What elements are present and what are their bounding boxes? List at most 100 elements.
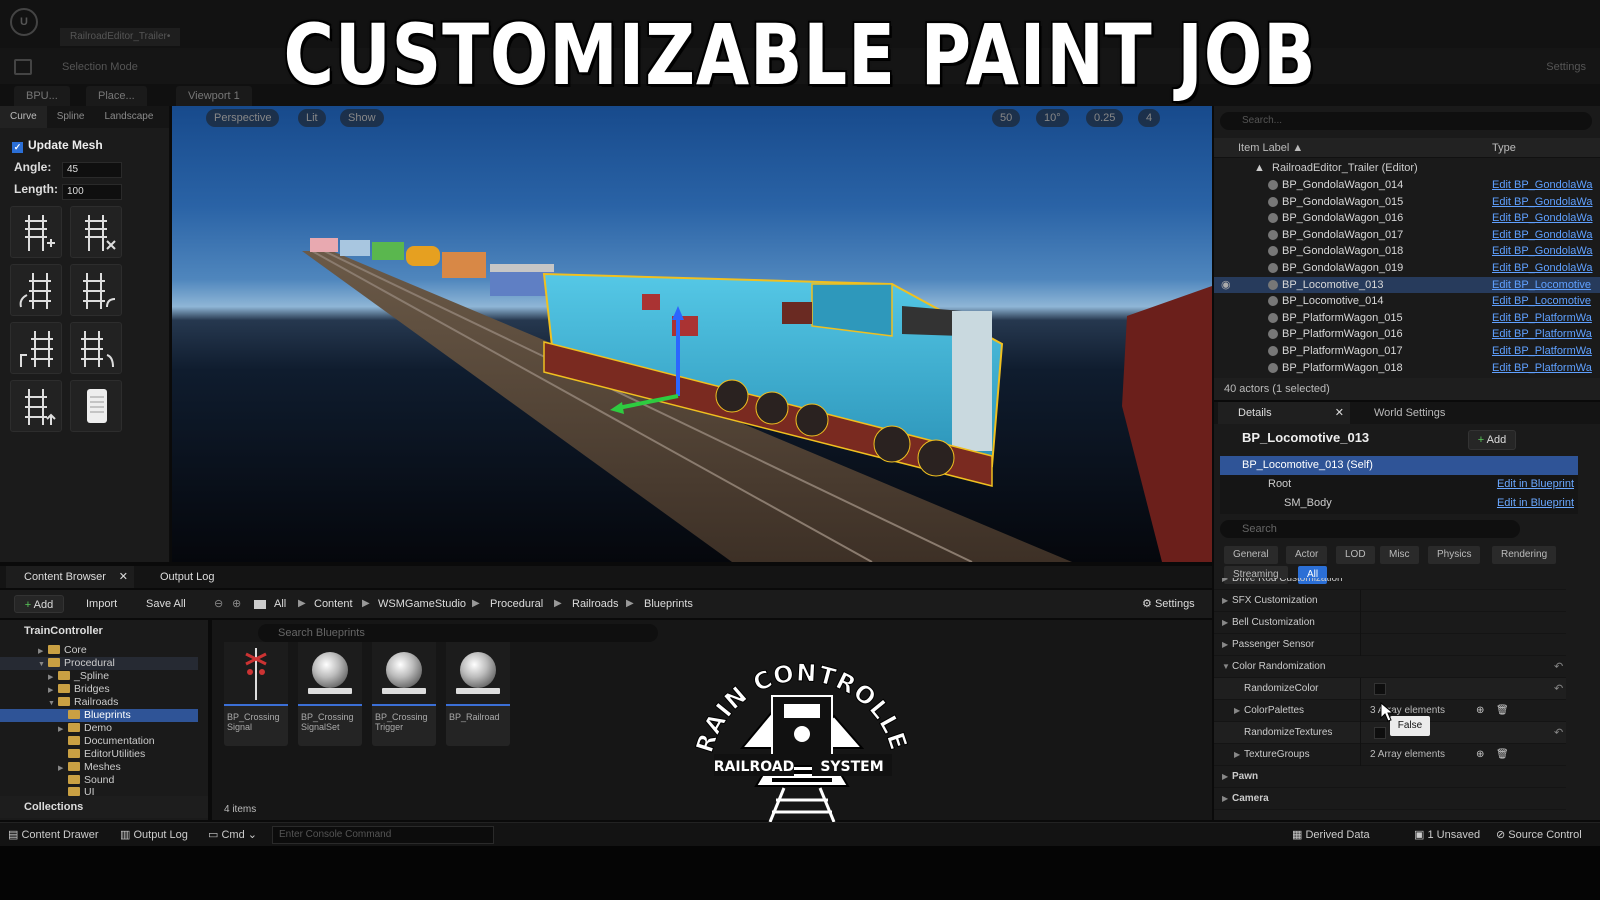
curve-left-tool-button[interactable] (10, 264, 62, 316)
category-sfx[interactable]: ▶ SFX Customization (1214, 590, 1566, 612)
tab-world-settings[interactable]: World Settings (1354, 402, 1445, 424)
lit-button[interactable]: Lit (298, 109, 326, 127)
filter-physics[interactable]: Physics (1428, 546, 1481, 564)
reset-icon[interactable]: ↶ (1554, 656, 1563, 678)
history-forward-icon[interactable]: ⊕ (232, 595, 241, 613)
tree-folder-demo[interactable]: ▶ Demo (0, 722, 198, 735)
tree-folder-bridges[interactable]: ▶ Bridges (0, 683, 198, 696)
tab-bpu[interactable]: BPU... (14, 86, 70, 106)
outliner-row[interactable]: BP_GondolaWagon_014 Edit BP_GondolaWa (1214, 177, 1600, 194)
angle-input[interactable]: 45 (62, 162, 122, 178)
filter-general[interactable]: General (1224, 546, 1278, 564)
outliner-row[interactable]: BP_GondolaWagon_018 Edit BP_GondolaWa (1214, 243, 1600, 260)
edit-blueprint-link[interactable]: Edit BP_Locomotive (1492, 293, 1598, 310)
scale-snap-button[interactable]: 0.25 (1086, 109, 1124, 127)
outliner-row[interactable]: BP_GondolaWagon_019 Edit BP_GondolaWa (1214, 260, 1600, 277)
tree-folder-editorutilities[interactable]: EditorUtilities (0, 748, 198, 761)
update-mesh-checkbox[interactable]: ✓ Update Mesh (12, 138, 103, 153)
outliner-row[interactable]: BP_GondolaWagon_016 Edit BP_GondolaWa (1214, 210, 1600, 227)
column-item-label[interactable]: Item Label ▲ (1238, 138, 1303, 158)
edit-blueprint-link[interactable]: Edit BP_GondolaWa (1492, 177, 1598, 194)
visibility-eye-icon[interactable]: ◉ (1221, 277, 1231, 294)
category-bell[interactable]: ▶ Bell Customization (1214, 612, 1566, 634)
history-back-icon[interactable]: ⊖ (214, 595, 223, 613)
angle-snap-button[interactable]: 10° (1036, 109, 1069, 127)
tree-folder-meshes[interactable]: ▶ Meshes (0, 761, 198, 774)
randomize-textures-checkbox[interactable] (1374, 727, 1386, 739)
breadcrumb-content[interactable]: Content (314, 595, 353, 613)
edit-blueprint-link[interactable]: Edit BP_PlatformWa (1492, 310, 1598, 327)
outliner-row-selected[interactable]: ◉ BP_Locomotive_013 Edit BP_Locomotive (1214, 276, 1600, 294)
tree-folder-ui[interactable]: UI (0, 786, 198, 796)
category-drive-rod[interactable]: ▶ Drive Rod Customization (1214, 578, 1566, 590)
edit-blueprint-link[interactable]: Edit BP_PlatformWa (1492, 326, 1598, 343)
component-self[interactable]: BP_Locomotive_013 (Self) (1220, 456, 1578, 475)
outliner-row[interactable]: BP_Locomotive_014 Edit BP_Locomotive (1214, 293, 1600, 310)
add-component-button[interactable]: + Add (1468, 430, 1516, 450)
tab-details[interactable]: Details ✕ (1218, 402, 1350, 424)
filter-rendering[interactable]: Rendering (1492, 546, 1557, 564)
settings-button[interactable]: Settings (1546, 56, 1586, 78)
category-camera[interactable]: ▶ Camera (1214, 788, 1566, 810)
show-button[interactable]: Show (340, 109, 384, 127)
curve-right-tool-button[interactable] (70, 264, 122, 316)
tree-folder-core[interactable]: ▶ Core (0, 644, 198, 657)
tree-root[interactable]: TrainController (0, 620, 208, 642)
asset-crossing-signal[interactable]: BP_Crossing Signal (224, 642, 288, 746)
breadcrumb-procedural[interactable]: Procedural (490, 595, 543, 613)
grid-snap-button[interactable]: 50 (992, 109, 1021, 127)
tree-folder-procedural[interactable]: ▼ Procedural (0, 657, 198, 670)
outliner-row[interactable]: BP_PlatformWagon_016 Edit BP_PlatformWa (1214, 326, 1600, 343)
tab-spline[interactable]: Spline (47, 106, 95, 128)
length-input[interactable]: 100 (62, 184, 122, 200)
filter-actor[interactable]: Actor (1286, 546, 1328, 564)
details-search-input[interactable]: Search (1220, 520, 1520, 538)
unreal-logo-icon[interactable]: U (10, 8, 38, 36)
save-icon[interactable] (14, 59, 32, 75)
edit-blueprint-link[interactable]: Edit BP_GondolaWa (1492, 210, 1598, 227)
derived-data-button[interactable]: ▦ Derived Data (1292, 823, 1370, 847)
outliner-row[interactable]: BP_GondolaWagon_017 Edit BP_GondolaWa (1214, 227, 1600, 244)
column-type[interactable]: Type (1492, 138, 1516, 158)
cb-settings-button[interactable]: ⚙ Settings (1142, 595, 1195, 613)
trash-icon[interactable]: 🗑 (1496, 744, 1509, 766)
content-drawer-button[interactable]: ▤ Content Drawer (8, 823, 99, 847)
asset-crossing-trigger[interactable]: BP_Crossing Trigger (372, 642, 436, 746)
unsaved-button[interactable]: ▣ 1 Unsaved (1414, 823, 1480, 847)
category-color-randomization[interactable]: ▼ Color Randomization ↶ (1214, 656, 1566, 678)
reset-icon[interactable]: ↶ (1554, 678, 1563, 700)
randomize-color-checkbox[interactable] (1374, 683, 1386, 695)
outliner-search-input[interactable]: Search... (1220, 112, 1592, 130)
tree-folder-documentation[interactable]: Documentation (0, 735, 198, 748)
filter-misc[interactable]: Misc (1380, 546, 1419, 564)
import-button[interactable]: Import (86, 595, 117, 613)
breadcrumb-all[interactable]: All (274, 595, 286, 613)
trash-icon[interactable]: 🗑 (1496, 700, 1509, 722)
source-control-button[interactable]: ⊘ Source Control (1496, 823, 1582, 847)
edit-blueprint-link[interactable]: Edit BP_PlatformWa (1492, 343, 1598, 360)
reset-icon[interactable]: ↶ (1554, 722, 1563, 744)
tree-folder-blueprints[interactable]: Blueprints (0, 709, 198, 722)
component-sm-body[interactable]: SM_Body Edit in Blueprint (1220, 494, 1578, 513)
tab-place[interactable]: Place... (86, 86, 147, 106)
save-all-button[interactable]: Save All (146, 595, 186, 613)
edit-blueprint-link[interactable]: Edit BP_GondolaWa (1492, 227, 1598, 244)
collections-header[interactable]: Collections (0, 796, 208, 818)
breadcrumb-blueprints[interactable]: Blueprints (644, 595, 693, 613)
edit-blueprint-link[interactable]: Edit BP_GondolaWa (1492, 243, 1598, 260)
edit-in-blueprint-link[interactable]: Edit in Blueprint (1497, 494, 1574, 513)
edit-blueprint-link[interactable]: Edit BP_GondolaWa (1492, 194, 1598, 211)
edit-blueprint-link[interactable]: Edit BP_Locomotive (1492, 277, 1598, 294)
category-pawn[interactable]: ▶ Pawn (1214, 766, 1566, 788)
track-end-tool-button[interactable] (10, 380, 62, 432)
document-tool-button[interactable] (70, 380, 122, 432)
camera-speed-button[interactable]: 4 (1138, 109, 1161, 127)
outliner-row[interactable]: BP_PlatformWagon_017 Edit BP_PlatformWa (1214, 343, 1600, 360)
add-button[interactable]: + Add (14, 595, 64, 613)
outliner-row[interactable]: BP_PlatformWagon_015 Edit BP_PlatformWa (1214, 310, 1600, 327)
add-track-tool-button[interactable] (10, 206, 62, 258)
close-icon[interactable]: ✕ (1335, 402, 1344, 424)
slope-up-tool-button[interactable] (10, 322, 62, 374)
console-command-input[interactable]: Enter Console Command (272, 826, 494, 844)
add-element-icon[interactable]: ⊕ (1476, 744, 1484, 766)
